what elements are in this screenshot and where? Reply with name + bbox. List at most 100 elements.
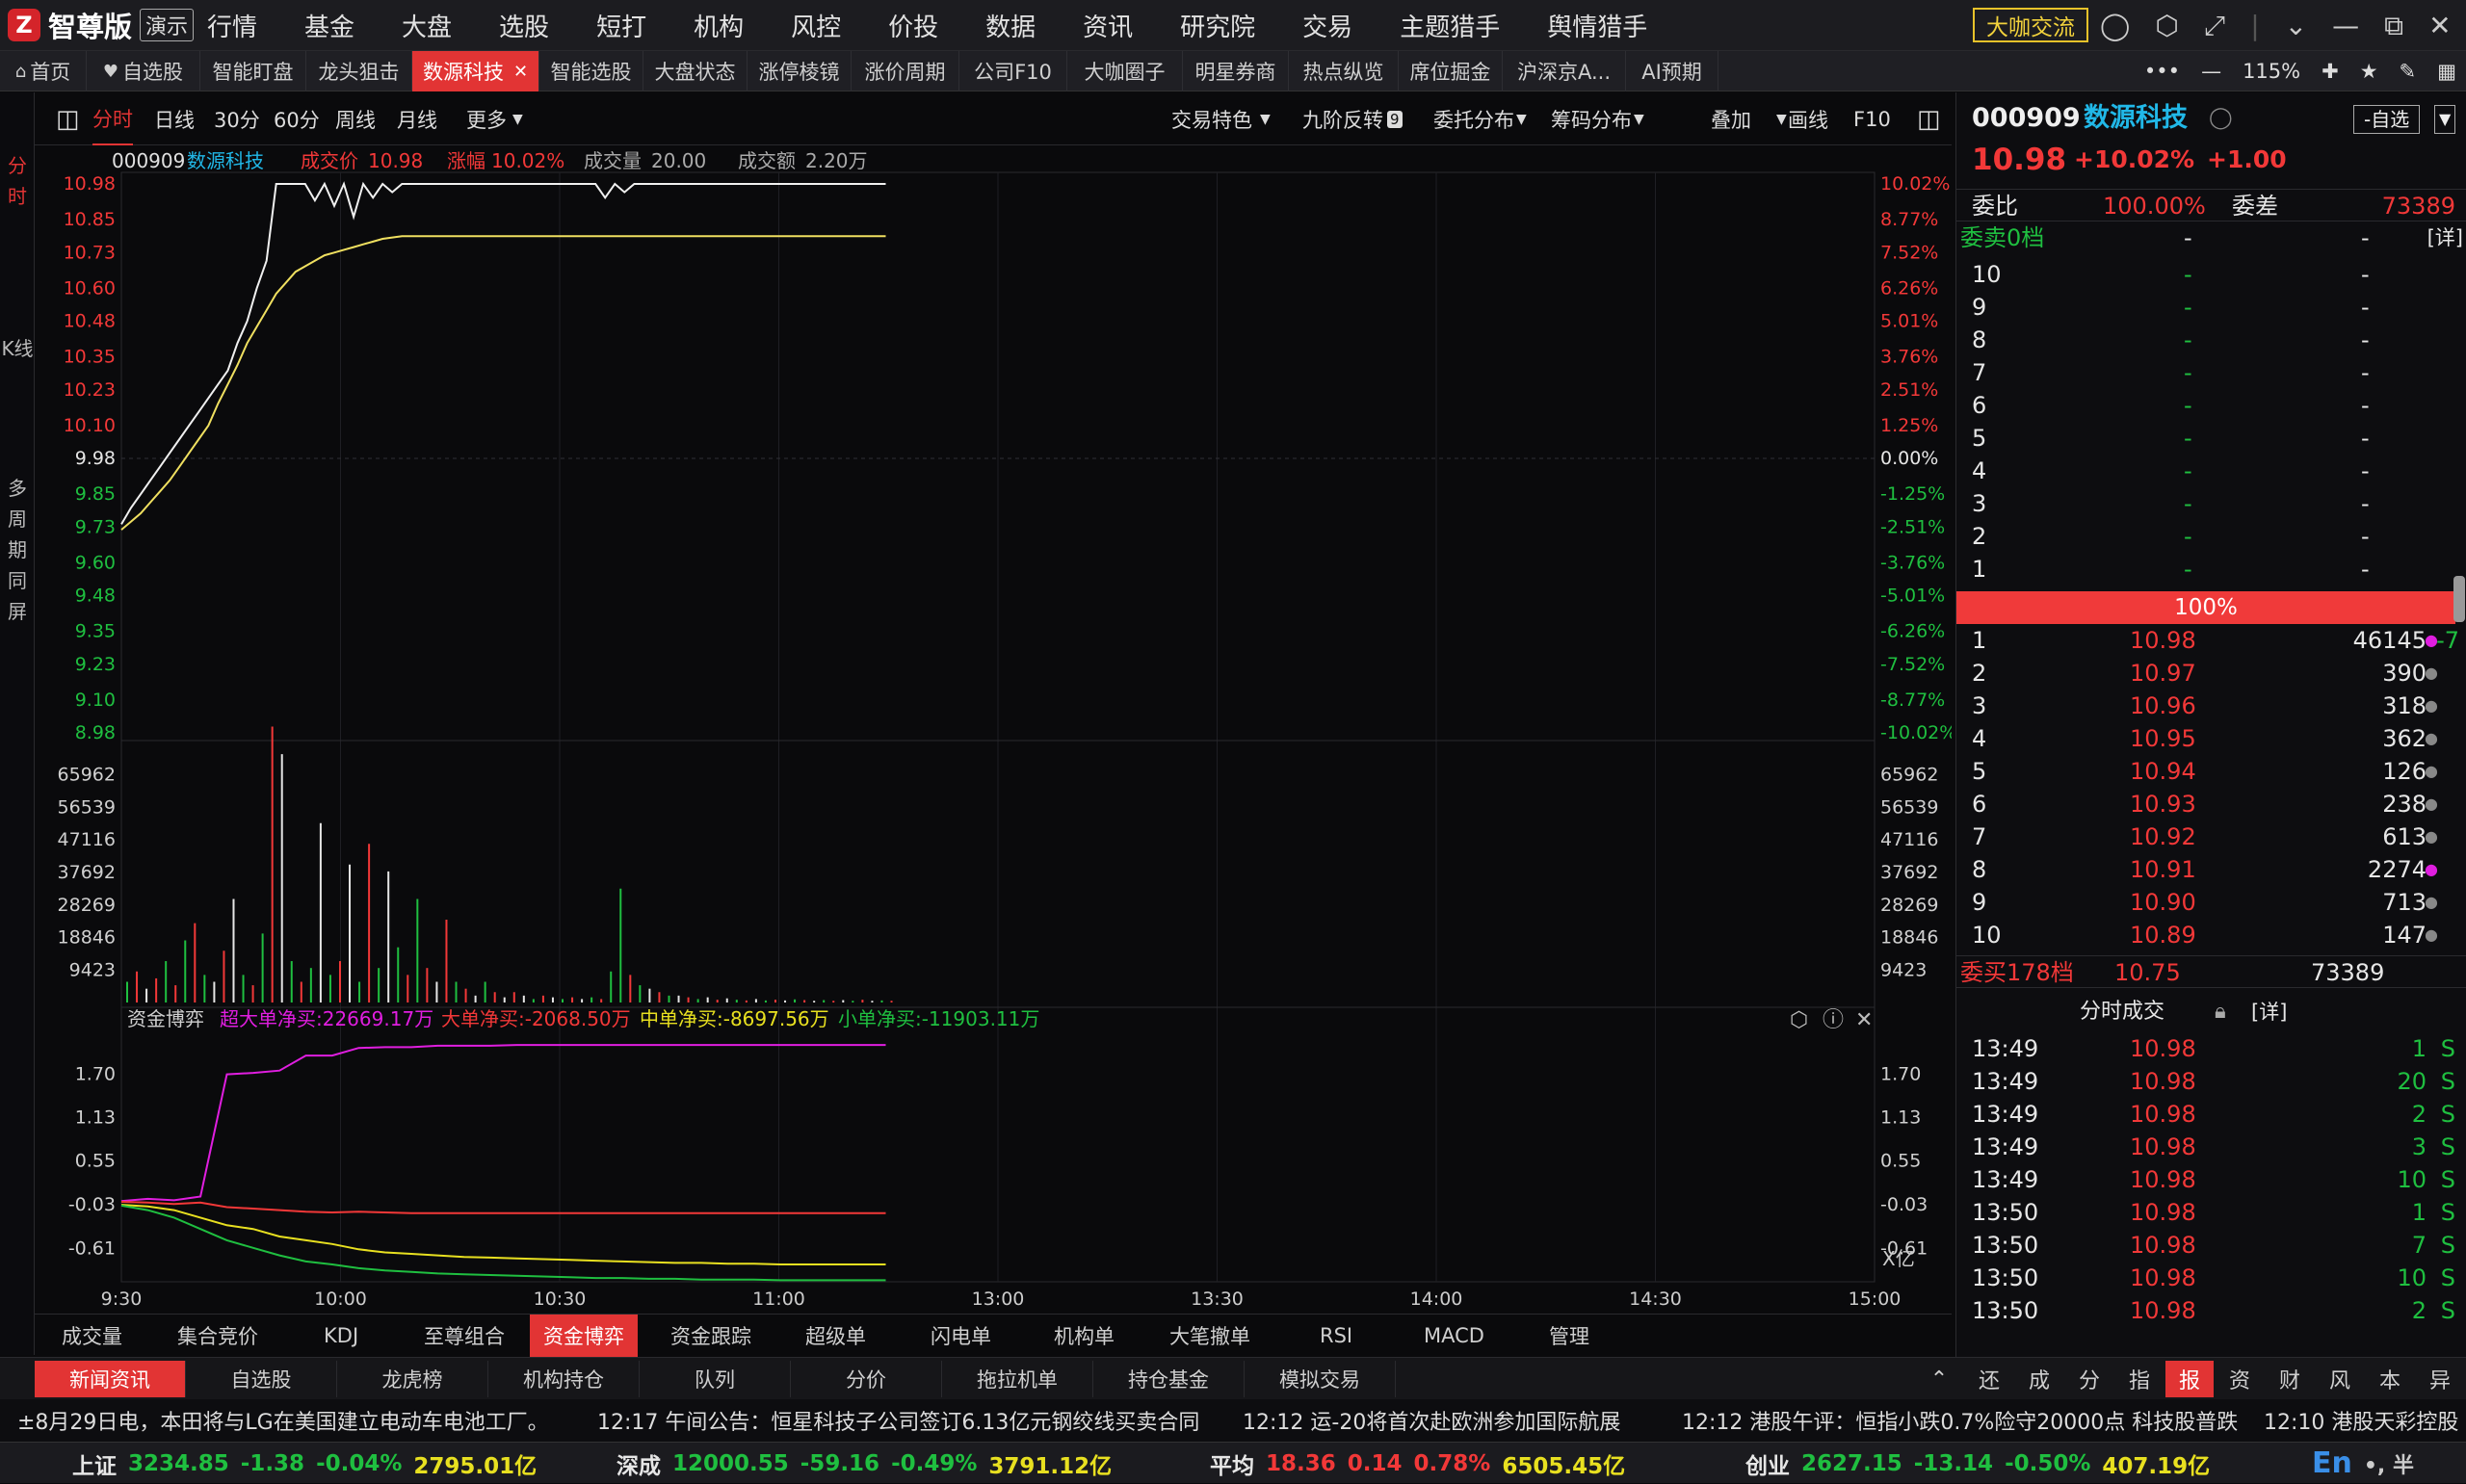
sell-level-row[interactable]: 7 - - (1956, 356, 2466, 389)
add-watchlist-button[interactable]: -自选 (2353, 105, 2421, 134)
buy-level-row[interactable]: 8 10.91 2274 ● (1956, 853, 2466, 886)
news-side-tab-6[interactable]: 财 (2266, 1361, 2314, 1397)
news-item[interactable]: 12:12 运-20将首次赴欧洲参加国际航展 (1243, 1399, 1620, 1442)
tab-8[interactable]: 涨价周期 (852, 51, 959, 91)
sell-level-row[interactable]: 6 - - (1956, 389, 2466, 422)
news-side-tab-5[interactable]: 资 (2216, 1361, 2264, 1397)
tab-11[interactable]: 明星券商 (1183, 51, 1289, 91)
tab-12[interactable]: 热点纵览 (1289, 51, 1399, 91)
bell-icon[interactable]: ◯ (2209, 102, 2233, 135)
sell-level-row[interactable]: 9 - - (1956, 291, 2466, 324)
layout-icon[interactable]: ▦ (2437, 60, 2456, 83)
sell-level-row[interactable]: 10 - - (1956, 258, 2466, 291)
period-timeshare[interactable]: 分时 (92, 92, 133, 145)
indicator-tab-5[interactable]: 资金跟踪 (670, 1315, 751, 1357)
indicator-tab-7[interactable]: 闪电单 (931, 1315, 991, 1357)
buy-level-row[interactable]: 10 10.89 147 ● (1956, 919, 2466, 951)
period-monthly[interactable]: 月线 (397, 92, 437, 145)
tab-0[interactable]: ⌂ 首页 (0, 51, 87, 91)
news-tab-4[interactable]: 队列 (640, 1361, 791, 1397)
tab-5[interactable]: 智能选股 (539, 51, 643, 91)
menu-item-3[interactable]: 选股 (499, 8, 549, 43)
news-item[interactable]: 12:10 港股天彩控股 (2264, 1399, 2458, 1442)
news-item[interactable]: 12:12 港股午评：恒指小跌0.7%险守20000点 科技股普跌 (1682, 1399, 2238, 1442)
indicator-tab-12[interactable]: 管理 (1549, 1315, 1589, 1357)
menu-item-10[interactable]: 研究院 (1180, 8, 1255, 43)
trade-feature-dropdown[interactable]: 交易特色 ▼ (1171, 92, 1271, 145)
menu-item-0[interactable]: 行情 (207, 8, 257, 43)
menu-item-1[interactable]: 基金 (304, 8, 354, 43)
overlay-dropdown[interactable]: 叠加 ▼ (1711, 92, 1787, 145)
menu-item-5[interactable]: 机构 (694, 8, 744, 43)
menu-item-12[interactable]: 主题猎手 (1400, 8, 1500, 43)
indicator-tab-1[interactable]: 集合竞价 (177, 1315, 258, 1357)
news-side-tab-7[interactable]: 风 (2316, 1361, 2364, 1397)
news-side-tab-3[interactable]: 指 (2115, 1361, 2164, 1397)
buy-level-row[interactable]: 2 10.97 390 ● (1956, 657, 2466, 690)
zoom-in-icon[interactable]: ✚ (2322, 60, 2339, 83)
period-weekly[interactable]: 周线 (335, 92, 376, 145)
index-sh[interactable]: 上证 3234.85 -1.38 -0.04% 2795.01亿 (72, 1443, 537, 1484)
sell-level-row[interactable]: 8 - - (1956, 324, 2466, 356)
menu-item-9[interactable]: 资讯 (1083, 8, 1133, 43)
news-item[interactable]: 12:17 午间公告：恒星科技子公司签订6.13亿元钢绞线买卖合同 (597, 1399, 1199, 1442)
indicator-tab-0[interactable]: 成交量 (62, 1315, 122, 1357)
user-icon[interactable]: ◯ (2100, 10, 2130, 41)
sell-level-row[interactable]: 4 - - (1956, 455, 2466, 487)
indicator-tab-9[interactable]: 大笔撤单 (1169, 1315, 1250, 1357)
indicator-tab-4[interactable]: 资金博弈 (530, 1315, 638, 1357)
news-side-tab-2[interactable]: 分 (2065, 1361, 2113, 1397)
menu-item-8[interactable]: 数据 (985, 8, 1036, 43)
sell-detail-link[interactable]: [详] (2427, 221, 2463, 254)
indicator-tab-6[interactable]: 超级单 (805, 1315, 866, 1357)
ime-indicator[interactable]: En •, 半 (2312, 1443, 2414, 1484)
news-tab-2[interactable]: 龙虎榜 (337, 1361, 488, 1397)
tab-13[interactable]: 席位掘金 (1399, 51, 1503, 91)
collapse-icon[interactable]: ⌃ (1915, 1361, 1963, 1397)
restore-icon[interactable]: ⧉ (2384, 10, 2403, 42)
indicator-tab-10[interactable]: RSI (1320, 1315, 1352, 1357)
indicator-tab-8[interactable]: 机构单 (1054, 1315, 1115, 1357)
side-tab-kline[interactable]: K线 (0, 333, 35, 364)
news-tab-6[interactable]: 拖拉机单 (942, 1361, 1093, 1397)
tab-4[interactable]: 数源科技 ✕ (412, 51, 539, 91)
more-icon[interactable]: ••• (2144, 60, 2180, 83)
tab-6[interactable]: 大盘状态 (643, 51, 748, 91)
panel-toggle-icon[interactable]: ◫ (56, 92, 80, 145)
news-side-tab-8[interactable]: 本 (2366, 1361, 2414, 1397)
flow-help-icon[interactable]: ⓘ (1823, 1008, 1844, 1032)
tab-2[interactable]: 智能盯盘 (200, 51, 306, 91)
watchlist-dropdown-icon[interactable]: ▼ (2434, 105, 2456, 134)
buy-level-row[interactable]: 5 10.94 126 ● (1956, 755, 2466, 788)
index-cy[interactable]: 创业 2627.15 -13.14 -0.50% 407.19亿 (1745, 1443, 2210, 1484)
indicator-tab-11[interactable]: MACD (1424, 1315, 1484, 1357)
tab-close-icon[interactable]: ✕ (513, 62, 528, 82)
tab-3[interactable]: 龙头狙击 (306, 51, 412, 91)
buy-level-row[interactable]: 7 10.92 613 ● (1956, 820, 2466, 853)
side-tab-timeshare[interactable]: 分时 (0, 150, 35, 212)
menu-item-6[interactable]: 风控 (791, 8, 841, 43)
tab-1[interactable]: ♥ 自选股 (87, 51, 200, 91)
period-daily[interactable]: 日线 (154, 92, 195, 145)
side-tab-multiperiod[interactable]: 多周期同屏 (0, 473, 35, 627)
buy-level-row[interactable]: 6 10.93 238 ● (1956, 788, 2466, 820)
close-icon[interactable]: ✕ (2428, 10, 2451, 41)
tab-10[interactable]: 大咖圈子 (1067, 51, 1183, 91)
news-tab-8[interactable]: 模拟交易 (1245, 1361, 1396, 1397)
ticks-detail-link[interactable]: [详] (2251, 996, 2287, 1028)
index-sz[interactable]: 深成 12000.55 -59.16 -0.49% 3791.12亿 (616, 1443, 1112, 1484)
flow-settings-icon[interactable]: ⬡ (1790, 1008, 1808, 1032)
menu-item-4[interactable]: 短打 (596, 8, 646, 43)
panel-scrollbar[interactable] (2453, 576, 2465, 622)
exchange-button[interactable]: 大咖交流 (1973, 8, 2088, 42)
menu-item-11[interactable]: 交易 (1302, 8, 1352, 43)
news-side-tab-0[interactable]: 还 (1965, 1361, 2013, 1397)
buy-level-row[interactable]: 3 10.96 318 ● (1956, 690, 2466, 722)
chip-dist-dropdown[interactable]: 筹码分布 ▼ (1551, 92, 1644, 145)
news-tab-3[interactable]: 机构持仓 (488, 1361, 640, 1397)
period-more[interactable]: 更多 ▼ (466, 92, 523, 145)
tab-9[interactable]: 公司F10 (959, 51, 1067, 91)
tab-15[interactable]: AI预期 (1626, 51, 1718, 91)
sell-level-row[interactable]: 5 - - (1956, 422, 2466, 455)
menu-item-7[interactable]: 价投 (888, 8, 938, 43)
